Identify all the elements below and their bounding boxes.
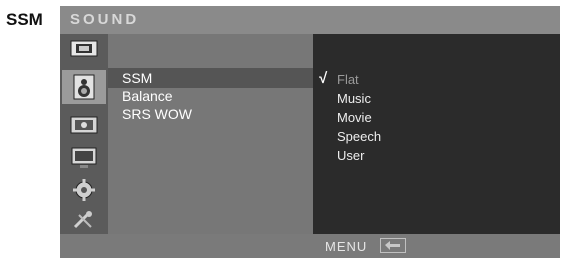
option-flat[interactable]: Flat — [337, 72, 359, 87]
menu-item-srs-wow[interactable]: SRS WOW — [122, 106, 192, 122]
category-rail — [60, 34, 108, 234]
osd-menu: SOUND SSM Balance SRS WOW √ Flat Music M… — [60, 6, 560, 258]
menu-return-icon — [380, 238, 406, 253]
selected-check-icon: √ — [319, 70, 328, 87]
tools-icon[interactable] — [70, 208, 98, 232]
osd-header: SOUND — [60, 6, 560, 34]
osd-footer: MENU — [60, 234, 560, 258]
menu-hint: MENU — [325, 239, 368, 254]
option-speech[interactable]: Speech — [337, 129, 381, 144]
setup-gear-icon[interactable] — [70, 178, 98, 202]
menu-item-ssm[interactable]: SSM — [122, 70, 152, 86]
submenu-panel: SSM Balance SRS WOW — [108, 34, 313, 234]
picture-icon[interactable] — [70, 38, 98, 62]
options-panel: √ Flat Music Movie Speech User — [313, 34, 560, 234]
osd-title: SOUND — [70, 11, 140, 28]
option-movie[interactable]: Movie — [337, 110, 372, 125]
page-label: SSM — [6, 10, 43, 29]
menu-item-balance[interactable]: Balance — [122, 88, 173, 104]
screen-icon[interactable] — [70, 146, 98, 170]
timer-icon[interactable] — [70, 114, 98, 138]
sound-icon[interactable] — [62, 70, 106, 104]
option-music[interactable]: Music — [337, 91, 371, 106]
option-user[interactable]: User — [337, 148, 364, 163]
